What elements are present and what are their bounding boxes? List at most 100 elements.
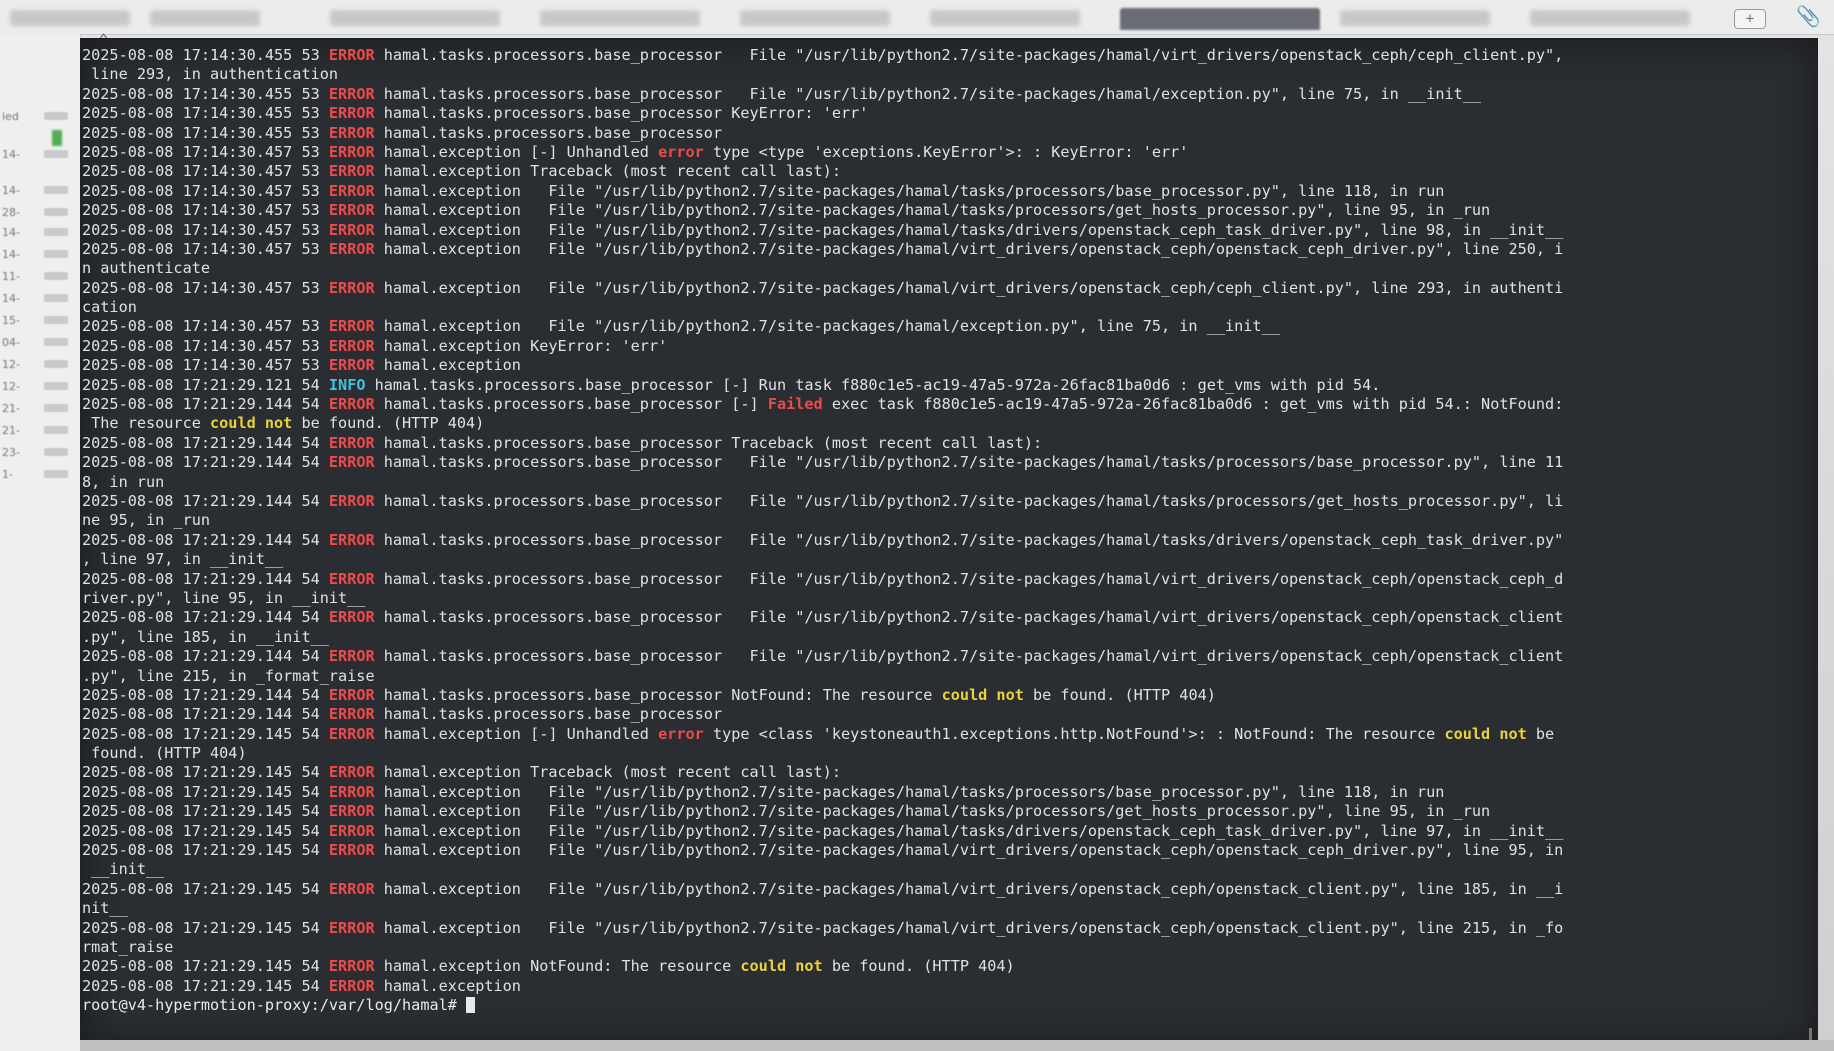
log-module: hamal.exception — [383, 879, 521, 898]
sidebar-item[interactable]: 28- — [0, 206, 78, 220]
sidebar-item[interactable]: 04- — [0, 336, 78, 350]
sidebar-item[interactable]: 15- — [0, 314, 78, 328]
tab[interactable] — [540, 10, 700, 26]
log-line: The resource could not be found. (HTTP 4… — [82, 414, 1812, 433]
sidebar-item[interactable]: 11- — [0, 270, 78, 284]
log-module: hamal.exception — [383, 201, 521, 220]
log-level: ERROR — [328, 821, 375, 840]
sidebar-item-bar — [44, 360, 68, 368]
log-message: File "/usr/lib/python2.7/site-packages/h… — [722, 453, 1564, 472]
sidebar-item[interactable]: 14- — [0, 292, 78, 306]
log-module: hamal.exception — [383, 957, 521, 976]
sidebar-item-label: 21- — [2, 402, 20, 415]
log-line: 2025-08-08 17:21:29.144 54 ERROR hamal.t… — [82, 686, 1812, 705]
log-timestamp: 2025-08-08 17:14:30.457 53 — [82, 317, 320, 336]
log-level: ERROR — [328, 395, 375, 414]
log-module: hamal.exception — [383, 142, 521, 161]
tab[interactable] — [10, 10, 130, 26]
log-module: hamal.exception — [383, 782, 521, 801]
log-message: File "/usr/lib/python2.7/site-packages/h… — [520, 821, 1564, 840]
log-line: __init__ — [82, 860, 1812, 879]
sidebar-item[interactable]: 21- — [0, 424, 78, 438]
sidebar-item[interactable]: 23- — [0, 446, 78, 460]
plus-icon[interactable]: + — [1734, 9, 1766, 29]
tab-active[interactable] — [1120, 8, 1320, 30]
log-level: ERROR — [328, 453, 375, 472]
sidebar-item-bar — [44, 208, 68, 216]
log-highlight: could not — [1444, 724, 1527, 743]
tab[interactable] — [1530, 10, 1690, 26]
log-module: hamal.tasks.processors.base_processor — [383, 46, 723, 64]
log-line: 2025-08-08 17:14:30.457 53 ERROR hamal.e… — [82, 182, 1812, 201]
log-line: 2025-08-08 17:21:29.144 54 ERROR hamal.t… — [82, 531, 1812, 550]
log-highlight: could not — [210, 414, 293, 433]
sidebar-item-bar — [44, 426, 68, 434]
sidebar-item-label: 14- — [2, 248, 20, 261]
log-line: 2025-08-08 17:14:30.457 53 ERROR hamal.e… — [82, 337, 1812, 356]
log-line: 2025-08-08 17:14:30.455 53 ERROR hamal.t… — [82, 124, 1812, 143]
log-level: ERROR — [328, 220, 375, 239]
log-timestamp: 2025-08-08 17:14:30.457 53 — [82, 278, 320, 297]
sidebar-item-label: 14- — [2, 226, 20, 239]
shell-prompt[interactable]: root@v4-hypermotion-proxy:/var/log/hamal… — [82, 996, 1812, 1015]
sidebar-item[interactable]: 21- — [0, 402, 78, 416]
tab[interactable] — [150, 10, 260, 26]
sidebar-item-bar — [44, 448, 68, 456]
sidebar-item-label: 14- — [2, 184, 20, 197]
sidebar-item-label: 11- — [2, 270, 20, 283]
log-message: File "/usr/lib/python2.7/site-packages/h… — [722, 569, 1564, 588]
sidebar-item-bar — [44, 470, 68, 478]
log-line: 2025-08-08 17:14:30.457 53 ERROR hamal.e… — [82, 279, 1812, 298]
log-line: 2025-08-08 17:21:29.144 54 ERROR hamal.t… — [82, 395, 1812, 414]
sidebar-item[interactable]: 14- — [0, 226, 78, 240]
sidebar-item[interactable]: 1- — [0, 468, 78, 482]
log-message: NotFound: The resource — [520, 957, 741, 976]
log-level: ERROR — [328, 84, 375, 103]
tab[interactable] — [740, 10, 890, 26]
log-highlight: could not — [740, 957, 823, 976]
terminal-output: 2025-08-08 17:14:30.455 53 ERROR hamal.t… — [82, 46, 1812, 1016]
sidebar-item[interactable]: 12- — [0, 380, 78, 394]
log-timestamp: 2025-08-08 17:21:29.144 54 — [82, 530, 320, 549]
tab[interactable] — [330, 10, 500, 26]
paperclip-icon[interactable]: 📎 — [1796, 4, 1821, 28]
tab[interactable] — [930, 10, 1080, 26]
log-timestamp: 2025-08-08 17:21:29.145 54 — [82, 724, 320, 743]
log-module: hamal.exception — [383, 181, 521, 200]
sidebar-item-label: 14- — [2, 148, 20, 161]
sidebar-item[interactable]: 14- — [0, 148, 78, 162]
log-level: ERROR — [328, 957, 375, 976]
log-continuation: line 293, in authentication — [82, 65, 339, 84]
log-line: 8, in run — [82, 473, 1812, 492]
log-message: File "/usr/lib/python2.7/site-packages/h… — [722, 46, 1564, 64]
log-line: 2025-08-08 17:14:30.457 53 ERROR hamal.e… — [82, 201, 1812, 220]
browser-tab-bar: + 📎 — [0, 0, 1834, 35]
sidebar-item[interactable]: 14- — [0, 184, 78, 198]
sidebar-item[interactable]: 14- — [0, 248, 78, 262]
sidebar-item[interactable]: ied — [0, 110, 78, 124]
log-module: hamal.tasks.processors.base_processor — [383, 705, 723, 724]
log-message: File "/usr/lib/python2.7/site-packages/h… — [520, 220, 1564, 239]
log-line: 2025-08-08 17:21:29.144 54 ERROR hamal.t… — [82, 705, 1812, 724]
log-continuation: cation — [82, 298, 137, 317]
log-level: ERROR — [328, 162, 375, 181]
log-timestamp: 2025-08-08 17:14:30.455 53 — [82, 104, 320, 123]
log-continuation: found. (HTTP 404) — [82, 744, 247, 763]
log-level: INFO — [328, 375, 366, 394]
log-message: File "/usr/lib/python2.7/site-packages/h… — [722, 530, 1564, 549]
tab[interactable] — [1340, 10, 1490, 26]
terminal-window[interactable]: 2025-08-08 17:14:30.455 53 ERROR hamal.t… — [80, 38, 1818, 1046]
log-line: 2025-08-08 17:14:30.457 53 ERROR hamal.e… — [82, 240, 1812, 259]
log-timestamp: 2025-08-08 17:14:30.455 53 — [82, 123, 320, 142]
log-timestamp: 2025-08-08 17:14:30.457 53 — [82, 239, 320, 258]
log-level: ERROR — [328, 918, 375, 937]
log-line: 2025-08-08 17:14:30.457 53 ERROR hamal.e… — [82, 356, 1812, 375]
sidebar-item[interactable]: 12- — [0, 358, 78, 372]
log-timestamp: 2025-08-08 17:21:29.144 54 — [82, 705, 320, 724]
sidebar-item-bar — [44, 382, 68, 390]
log-module: hamal.exception — [383, 162, 521, 181]
log-level: ERROR — [328, 724, 375, 743]
log-module: hamal.exception — [383, 278, 521, 297]
text-cursor — [466, 997, 476, 1014]
log-level: ERROR — [328, 705, 375, 724]
